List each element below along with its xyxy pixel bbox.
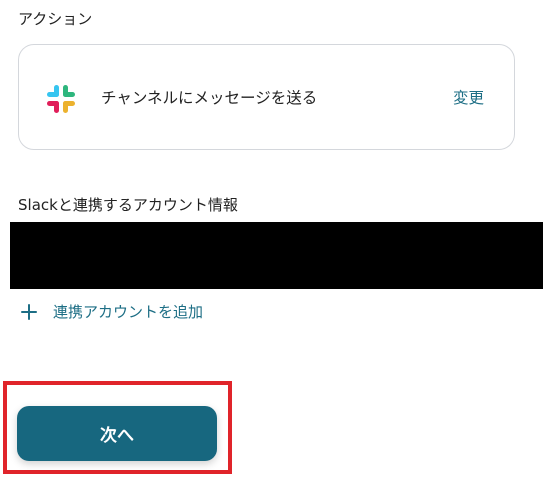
add-account-label: 連携アカウントを追加 [53, 303, 204, 321]
account-section-label: Slackと連携するアカウント情報 [18, 196, 238, 214]
action-card: チャンネルにメッセージを送る 変更 [18, 44, 515, 150]
plus-icon [20, 303, 38, 321]
page: アクション チャンネルにメッセージを送る 変更 Slackと連携するアカウント情… [0, 0, 543, 486]
next-button[interactable]: 次へ [17, 406, 217, 461]
action-section-label: アクション [18, 10, 93, 28]
add-account-button[interactable]: 連携アカウントを追加 [20, 300, 203, 324]
change-action-link[interactable]: 変更 [453, 87, 484, 109]
slack-icon [43, 81, 79, 117]
account-info-redacted [10, 222, 543, 289]
action-name: チャンネルにメッセージを送る [101, 89, 318, 107]
